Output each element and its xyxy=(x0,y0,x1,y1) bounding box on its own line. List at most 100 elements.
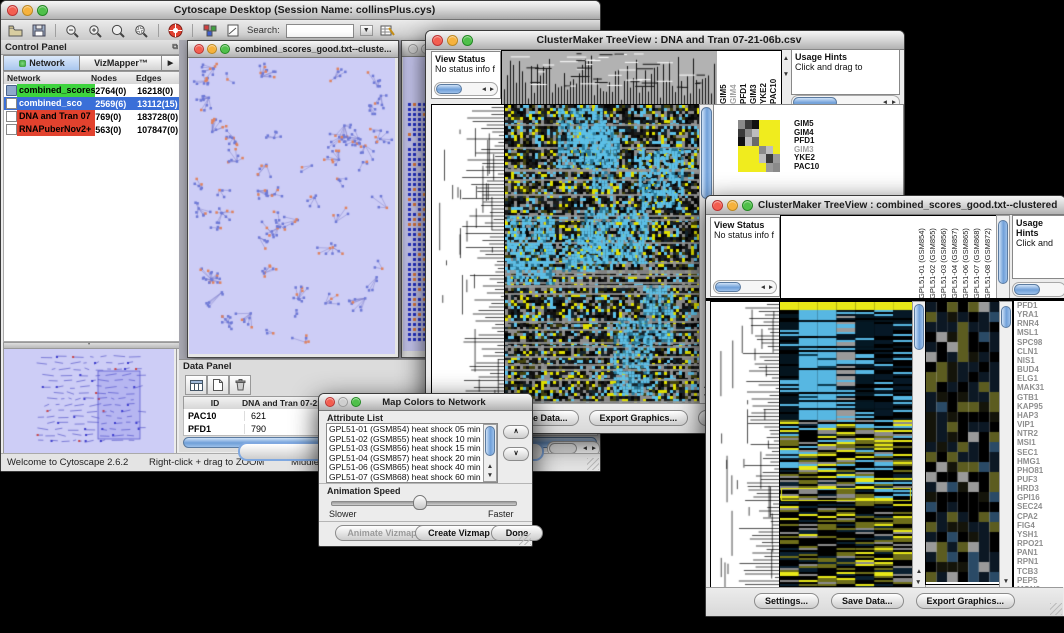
matrix-cell[interactable] xyxy=(738,129,745,138)
zoom-heatmap-canvas[interactable] xyxy=(926,302,1000,582)
done-button[interactable]: Done xyxy=(491,525,543,541)
network-overview-panel[interactable] xyxy=(3,348,177,456)
data-col-id[interactable]: ID xyxy=(183,396,244,410)
gene-label[interactable]: YRA1 xyxy=(1017,310,1064,319)
dna-heatmap[interactable] xyxy=(504,104,700,404)
gene-label[interactable]: RPN1 xyxy=(1017,557,1064,566)
network-view-content[interactable] xyxy=(189,58,395,354)
usage-hints-scrollbar[interactable] xyxy=(1012,282,1064,297)
scrollbar-thumb[interactable] xyxy=(701,107,712,199)
combined-row-dendrogram[interactable] xyxy=(710,301,780,589)
matrix-cell[interactable] xyxy=(745,163,752,172)
float-panel-icon[interactable]: ⧉ xyxy=(172,42,178,52)
network-overview-canvas[interactable] xyxy=(4,349,174,453)
annotation-button[interactable] xyxy=(224,23,241,38)
gene-label[interactable]: NIS1 xyxy=(1017,356,1064,365)
matrix-cell[interactable] xyxy=(766,163,773,172)
matrix-cell[interactable] xyxy=(752,120,759,129)
scrollbar-thumb[interactable] xyxy=(1001,306,1011,328)
scrollbar-thumb[interactable] xyxy=(436,84,462,94)
tab-overflow-button[interactable]: ▶ xyxy=(161,55,180,71)
zoom-in-button[interactable] xyxy=(87,23,104,38)
gene-label[interactable]: TCB3 xyxy=(1017,567,1064,576)
matrix-cell[interactable] xyxy=(738,120,745,129)
gene-label[interactable]: VIP1 xyxy=(1017,420,1064,429)
close-button[interactable] xyxy=(432,35,443,46)
view-status-scrollbar[interactable]: ◄ ► xyxy=(434,82,498,96)
tab-vizmapper[interactable]: VizMapper™ xyxy=(79,55,163,71)
combined-heatmap-v-scrollbar[interactable]: ▲ ▼ xyxy=(912,301,926,589)
attribute-list-item[interactable]: GPL51-06 (GSM865) heat shock 40 min xyxy=(329,463,483,473)
treeview-action-button[interactable]: Settings... xyxy=(754,593,819,609)
combined-heatmap[interactable] xyxy=(779,301,913,589)
matrix-cell[interactable] xyxy=(766,154,773,163)
gene-label[interactable]: SEC24 xyxy=(1017,502,1064,511)
open-session-button[interactable] xyxy=(7,23,24,38)
col-header-edges[interactable]: Edges xyxy=(133,71,182,85)
network-list-row[interactable]: RNAPuberNov2+ 563(0) 107847(0) xyxy=(4,123,179,136)
scroll-down-icon[interactable]: ▼ xyxy=(1002,578,1010,586)
matrix-cell[interactable] xyxy=(766,129,773,138)
column-labels-scrollbar[interactable] xyxy=(996,215,1010,300)
resize-grip[interactable] xyxy=(519,533,531,545)
tab-network[interactable]: Network xyxy=(3,55,81,71)
create-vizmap-button[interactable]: Create Vizmap xyxy=(415,525,503,541)
attribute-listbox[interactable]: GPL51-01 (GSM854) heat shock 05 min GPL5… xyxy=(326,423,498,483)
combined-zoom-heatmap[interactable] xyxy=(925,301,1001,585)
save-session-button[interactable] xyxy=(30,23,47,38)
heatmap-column-label[interactable]: GPL51-02 (GSM855) xyxy=(927,216,938,299)
treeview-action-button[interactable]: Export Graphics... xyxy=(916,593,1016,609)
combined-title-bar[interactable]: ClusterMaker TreeView : combined_scores_… xyxy=(706,196,1064,215)
vizmapper-button[interactable] xyxy=(201,23,218,38)
scroll-left-icon[interactable]: ◄ xyxy=(480,86,488,94)
matrix-cell[interactable] xyxy=(773,154,780,163)
attribute-list-item[interactable]: GPL51-07 (GSM868) heat shock 60 min xyxy=(329,473,483,483)
scroll-up-icon[interactable]: ▲ xyxy=(486,463,494,471)
search-dropdown-button[interactable]: ▼ xyxy=(360,25,373,36)
scroll-up-icon[interactable]: ▲ xyxy=(915,568,923,576)
gene-label[interactable]: FIG4 xyxy=(1017,521,1064,530)
gene-label[interactable]: BUD4 xyxy=(1017,365,1064,374)
scrollbar-thumb[interactable] xyxy=(485,426,495,456)
network-view-title-bar[interactable]: combined_scores_good.txt--cluste... xyxy=(188,41,398,58)
matrix-cell[interactable] xyxy=(759,137,766,146)
minimize-button[interactable] xyxy=(207,44,217,54)
scroll-right-icon[interactable]: ► xyxy=(488,86,496,94)
gene-label[interactable]: PFD1 xyxy=(1017,301,1064,310)
heatmap-column-label[interactable]: YKE2 xyxy=(759,51,769,104)
gene-label[interactable]: SPC98 xyxy=(1017,338,1064,347)
scrollbar-thumb[interactable] xyxy=(1014,284,1040,295)
heatmap-column-label[interactable]: PAC10 xyxy=(769,51,779,104)
close-button[interactable] xyxy=(712,200,723,211)
matrix-cell[interactable] xyxy=(773,137,780,146)
labels-scroll-down-icon[interactable]: ▼ xyxy=(782,71,790,79)
gene-label[interactable]: RPO21 xyxy=(1017,539,1064,548)
gene-label[interactable]: CPA2 xyxy=(1017,512,1064,521)
attribute-list-scrollbar[interactable]: ▲ ▼ xyxy=(483,424,497,482)
view-status-scrollbar[interactable]: ◄ ► xyxy=(713,280,777,294)
network-list-row[interactable]: combined_sco 2569(6) 13112(15) xyxy=(4,97,179,110)
dna-heatmap-canvas[interactable] xyxy=(505,105,699,403)
network-graph-canvas[interactable] xyxy=(189,58,395,354)
gene-label[interactable]: PHO81 xyxy=(1017,466,1064,475)
speed-slider-thumb[interactable] xyxy=(413,495,427,510)
treeview-action-button[interactable]: Save Data... xyxy=(831,593,904,609)
combined-column-dendrogram[interactable] xyxy=(780,215,916,300)
matrix-cell[interactable] xyxy=(752,163,759,172)
matrix-cell[interactable] xyxy=(745,137,752,146)
matrix-row-label[interactable]: PAC10 xyxy=(794,163,819,172)
scroll-left-icon[interactable]: ◄ xyxy=(581,445,589,453)
zoom-window-button[interactable] xyxy=(742,200,753,211)
matrix-cell[interactable] xyxy=(759,146,766,155)
gene-label[interactable]: GPI16 xyxy=(1017,493,1064,502)
gene-label[interactable]: PEP5 xyxy=(1017,576,1064,585)
gene-label[interactable]: NTR2 xyxy=(1017,429,1064,438)
matrix-cell[interactable] xyxy=(759,120,766,129)
matrix-cell[interactable] xyxy=(759,163,766,172)
gene-label[interactable]: YSH1 xyxy=(1017,530,1064,539)
heatmap-column-label[interactable]: PFD1 xyxy=(739,51,749,104)
gene-label[interactable]: PUF3 xyxy=(1017,475,1064,484)
matrix-cell[interactable] xyxy=(745,154,752,163)
col-header-nodes[interactable]: Nodes xyxy=(88,71,136,85)
gene-label[interactable]: HRD3 xyxy=(1017,484,1064,493)
